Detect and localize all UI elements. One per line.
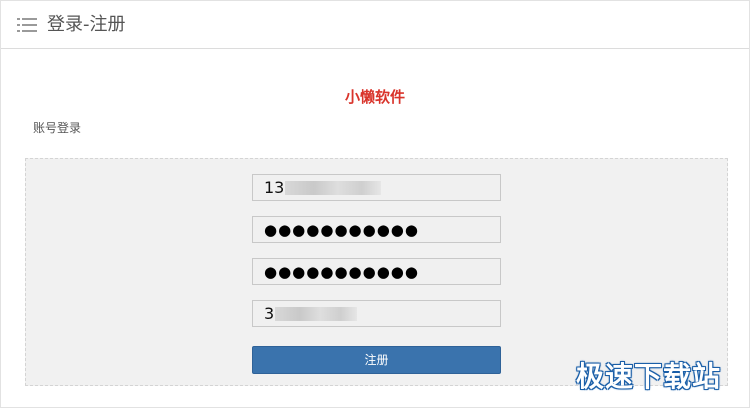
page-header: 登录-注册 (1, 1, 749, 49)
phone-input-value: 13 (264, 178, 285, 197)
brand-name: 小懒软件 (344, 88, 405, 106)
password-input-value: ●●●●●●●●●●● (264, 221, 419, 239)
list-menu-icon[interactable] (17, 16, 37, 34)
verification-code-input-value: 3 (264, 304, 275, 323)
app-window: 登录-注册 小懒软件 账号登录 13 ●●●●●●●●●●● ●●●●●●●●●… (0, 0, 750, 408)
password-input[interactable]: ●●●●●●●●●●● (252, 216, 501, 243)
register-form: 13 ●●●●●●●●●●● ●●●●●●●●●●● 3 注册 (25, 158, 728, 386)
confirm-password-input[interactable]: ●●●●●●●●●●● (252, 258, 501, 285)
blur-mask (275, 307, 357, 321)
verification-code-input[interactable]: 3 (252, 300, 501, 327)
watermark-logo: 极速下载站 (576, 360, 722, 393)
blur-mask (285, 181, 381, 195)
register-button[interactable]: 注册 (252, 346, 501, 374)
account-login-label[interactable]: 账号登录 (33, 120, 81, 136)
phone-input[interactable]: 13 (252, 174, 501, 201)
page-title: 登录-注册 (47, 14, 126, 35)
confirm-password-input-value: ●●●●●●●●●●● (264, 263, 419, 281)
